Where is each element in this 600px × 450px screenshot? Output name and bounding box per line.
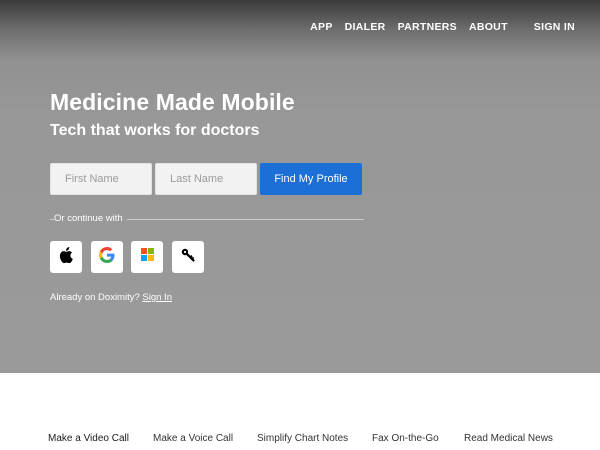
key-icon xyxy=(181,248,195,267)
key-sign-in-button[interactable] xyxy=(171,241,204,273)
last-name-input[interactable] xyxy=(155,163,257,195)
tab-simplify-chart-notes[interactable]: Simplify Chart Notes xyxy=(257,433,348,444)
google-icon xyxy=(98,246,115,268)
microsoft-sign-in-button[interactable] xyxy=(131,241,163,273)
google-sign-in-button[interactable] xyxy=(90,241,123,273)
nav-item-partners[interactable]: PARTNERS xyxy=(398,21,457,33)
nav-item-app[interactable]: APP xyxy=(310,21,333,33)
already-member-text: Already on Doximity? Sign In xyxy=(50,292,172,303)
top-nav: APP DIALER PARTNERS ABOUT SIGN IN xyxy=(298,21,575,33)
sign-in-inline-link[interactable]: Sign In xyxy=(142,292,172,303)
continue-with-label: Or continue with xyxy=(54,213,123,224)
microsoft-icon xyxy=(140,248,154,266)
first-name-input[interactable] xyxy=(50,163,152,195)
tab-read-medical-news[interactable]: Read Medical News xyxy=(464,433,553,444)
find-my-profile-button[interactable]: Find My Profile xyxy=(260,163,362,195)
page-title: Medicine Made Mobile xyxy=(50,89,295,115)
nav-item-about[interactable]: ABOUT xyxy=(469,21,508,33)
nav-item-dialer[interactable]: DIALER xyxy=(345,21,386,33)
feature-tabs: Make a Video Call Make a Voice Call Simp… xyxy=(0,433,600,447)
apple-sign-in-button[interactable] xyxy=(50,241,82,273)
tab-make-voice-call[interactable]: Make a Voice Call xyxy=(153,433,233,444)
page-subtitle: Tech that works for doctors xyxy=(50,122,260,139)
continue-with-divider: Or continue with xyxy=(50,213,364,225)
tab-make-video-call[interactable]: Make a Video Call xyxy=(48,433,129,444)
sign-in-link[interactable]: SIGN IN xyxy=(534,21,575,33)
divider-line-right xyxy=(127,219,364,220)
tab-fax-on-the-go[interactable]: Fax On-the-Go xyxy=(372,433,439,444)
sign-in-providers xyxy=(50,241,212,273)
already-member-label: Already on Doximity? xyxy=(50,292,140,303)
apple-icon xyxy=(59,246,73,268)
profile-search-form: Find My Profile xyxy=(50,163,362,195)
